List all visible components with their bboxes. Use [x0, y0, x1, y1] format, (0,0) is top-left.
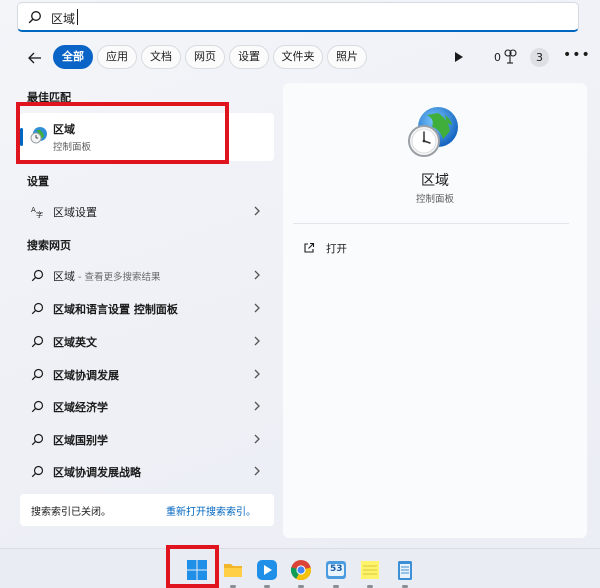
- more-options-icon[interactable]: •••: [563, 47, 591, 63]
- search-icon: [31, 368, 44, 381]
- tab-documents[interactable]: 文档: [141, 45, 181, 69]
- region-settings-icon: A 字: [31, 206, 43, 218]
- tab-apps[interactable]: 应用: [97, 45, 137, 69]
- app-53-icon[interactable]: 53: [325, 559, 347, 588]
- web-result-label: 区域国别学: [53, 434, 108, 447]
- back-arrow-icon[interactable]: [27, 50, 43, 66]
- open-label: 打开: [326, 243, 347, 255]
- search-panel: 区域 全部 应用 文档 网页 设置 文件夹 照片 0 3 ••• 最佳匹配 区域…: [0, 0, 600, 548]
- chevron-right-icon: [254, 466, 260, 476]
- search-input[interactable]: 区域: [17, 2, 579, 32]
- web-result-item[interactable]: 区域 - 查看更多搜索结果: [20, 261, 274, 289]
- index-off-text: 搜索索引已关闭。: [31, 507, 111, 518]
- tab-web[interactable]: 网页: [185, 45, 225, 69]
- search-icon: [31, 335, 44, 348]
- chevron-right-icon: [254, 270, 260, 280]
- search-icon: [31, 433, 44, 446]
- svg-text:字: 字: [36, 210, 43, 218]
- web-result-item[interactable]: 区域和语言设置 控制面板: [20, 294, 274, 322]
- web-result-label: 区域协调发展战略: [53, 466, 141, 479]
- search-query: 区域: [51, 12, 76, 26]
- app-53-label: 53: [330, 564, 343, 574]
- notepad-icon[interactable]: [394, 559, 416, 588]
- chevron-right-icon: [254, 336, 260, 346]
- tab-folders[interactable]: 文件夹: [273, 45, 323, 69]
- web-search-heading: 搜索网页: [27, 239, 71, 252]
- web-result-label: 区域和语言设置 控制面板: [53, 303, 178, 316]
- search-icon: [28, 11, 41, 24]
- preview-subtitle: 控制面板: [415, 194, 454, 205]
- taskbar: 53: [0, 548, 600, 588]
- preview-divider: [293, 223, 569, 224]
- play-icon[interactable]: [455, 52, 463, 62]
- web-result-item[interactable]: 区域国别学: [20, 425, 274, 453]
- web-result-item[interactable]: 区域英文: [20, 327, 274, 355]
- chevron-right-icon: [254, 206, 260, 216]
- web-result-item[interactable]: 区域协调发展: [20, 360, 274, 388]
- rewards-points: 0: [494, 51, 501, 64]
- settings-item-label: 区域设置: [53, 206, 97, 219]
- web-result-item[interactable]: 区域经济学: [20, 392, 274, 420]
- reenable-index-link[interactable]: 重新打开搜索索引。: [166, 503, 256, 518]
- web-result-item[interactable]: 区域协调发展战略: [20, 457, 274, 485]
- preview-pane: 区域 控制面板 打开: [283, 83, 587, 538]
- settings-item-region[interactable]: A 字 区域设置: [20, 197, 274, 225]
- search-index-notice: 搜索索引已关闭。 重新打开搜索索引。: [20, 494, 274, 526]
- web-result-label: 区域经济学: [53, 401, 108, 414]
- web-result-label: 区域 - 查看更多搜索结果: [53, 270, 161, 283]
- chevron-right-icon: [254, 434, 260, 444]
- tab-photos[interactable]: 照片: [327, 45, 367, 69]
- tab-settings[interactable]: 设置: [229, 45, 269, 69]
- filter-bar: 全部 应用 文档 网页 设置 文件夹 照片 0 3 •••: [0, 44, 600, 72]
- file-explorer-icon[interactable]: [222, 559, 244, 588]
- open-external-icon: [304, 242, 315, 253]
- search-icon: [31, 302, 44, 315]
- search-icon: [31, 269, 44, 282]
- open-button[interactable]: 打开: [303, 240, 403, 260]
- rewards-trophy-icon[interactable]: [503, 49, 517, 65]
- text-caret: [77, 9, 78, 25]
- chevron-right-icon: [254, 303, 260, 313]
- settings-heading: 设置: [27, 175, 49, 188]
- highlight-box: [166, 545, 219, 588]
- account-badge[interactable]: 3: [530, 48, 549, 67]
- tab-all[interactable]: 全部: [53, 45, 93, 69]
- search-icon: [31, 465, 44, 478]
- web-result-label: 区域英文: [53, 336, 97, 349]
- notes-icon[interactable]: [359, 559, 381, 588]
- chevron-right-icon: [254, 369, 260, 379]
- preview-title: 区域: [421, 173, 449, 189]
- search-icon: [31, 400, 44, 413]
- web-result-label: 区域协调发展: [53, 369, 119, 382]
- tencent-video-icon[interactable]: [256, 559, 278, 588]
- chrome-icon[interactable]: [290, 559, 312, 588]
- highlight-box: [16, 102, 229, 164]
- region-globe-clock-icon: [408, 107, 458, 157]
- chevron-right-icon: [254, 401, 260, 411]
